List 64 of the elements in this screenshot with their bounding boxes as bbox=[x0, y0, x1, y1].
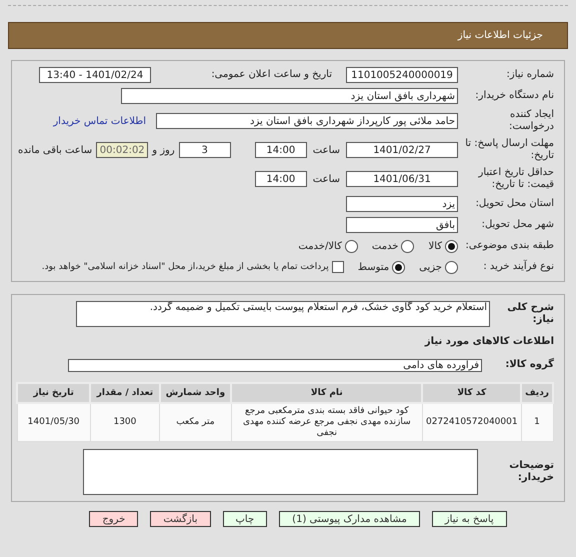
radio-button[interactable] bbox=[344, 240, 358, 252]
input-field[interactable]: 1401/02/27 bbox=[346, 142, 458, 158]
column-header: واحد شمارش bbox=[160, 383, 232, 403]
field-label: شهر محل تحویل: bbox=[480, 219, 554, 231]
field-label: ایجاد کننده درخواست: bbox=[508, 109, 554, 133]
input-field[interactable]: 14:00 bbox=[254, 171, 307, 187]
input-field[interactable]: 1401/02/24 - 13:40 bbox=[39, 67, 151, 83]
field-label: شماره نیاز: bbox=[506, 69, 554, 81]
field-label: شرح کلی نیاز: bbox=[506, 302, 554, 326]
column-header: ردیف bbox=[521, 383, 553, 403]
notes-field[interactable] bbox=[83, 449, 478, 495]
countdown-field: 00:02:02 bbox=[96, 142, 148, 158]
action-button[interactable]: خروج bbox=[89, 511, 138, 527]
input-field[interactable]: بافق bbox=[346, 217, 458, 233]
input-field[interactable]: استعلام خرید کود گاوی خشک، فرم استعلام پیوست بایستی تکمیل و ضمیمه گردد. bbox=[76, 301, 490, 327]
radio-button[interactable] bbox=[392, 260, 406, 274]
field-label: حداقل تاریخ اعتبار قیمت: تا تاریخ: bbox=[477, 167, 554, 191]
option-label: كالا bbox=[428, 240, 442, 252]
field-label: نام دستگاه خریدار: bbox=[474, 90, 554, 102]
option-label: كالا/خدمت bbox=[298, 240, 342, 252]
option-label: متوسط bbox=[358, 262, 390, 272]
input-field[interactable]: فراورده های دامی bbox=[68, 358, 482, 372]
action-button[interactable]: چاپ bbox=[222, 511, 268, 527]
input-field[interactable]: 3 bbox=[178, 142, 231, 158]
action-button[interactable]: بازگشت bbox=[150, 511, 210, 527]
action-button[interactable]: پاسخ به نیاز bbox=[432, 511, 507, 527]
input-field[interactable]: شهرداری بافق استان یزد bbox=[121, 88, 458, 104]
input-field[interactable]: 1101005240000019 bbox=[346, 67, 458, 83]
time-label: ساعت bbox=[312, 174, 340, 184]
input-field[interactable]: 14:00 bbox=[254, 142, 307, 158]
checkbox-label: پرداخت تمام یا بخشی از مبلغ خرید،از محل "اسناد خزانه اسلامی" خواهد بود. bbox=[42, 262, 329, 272]
contact-link[interactable]: اطلاعات تماس خریدار bbox=[53, 116, 146, 126]
option-label: جزیی bbox=[419, 262, 442, 272]
table-cell: متر مکعب bbox=[160, 403, 232, 442]
table-cell: 1401/05/30 bbox=[17, 403, 90, 442]
field-label: اطلاعات کالاهای مورد نیاز bbox=[424, 336, 554, 348]
input-field[interactable]: حامد ملائی پور کارپرداز شهرداری بافق استان یزد bbox=[156, 113, 458, 129]
column-header: کد کالا bbox=[422, 383, 522, 403]
column-header: تاریخ نیاز bbox=[17, 383, 90, 403]
field-label: نوع فرآیند خرید : bbox=[482, 261, 554, 273]
action-button[interactable]: مشاهده مدارک پیوستی (1) bbox=[279, 511, 420, 527]
radio-button[interactable] bbox=[401, 240, 414, 252]
input-field[interactable]: یزد bbox=[346, 196, 458, 212]
time-label: ساعت bbox=[312, 144, 340, 156]
days-label: روز و bbox=[152, 144, 175, 156]
remaining-label: ساعت باقی مانده bbox=[18, 144, 92, 156]
table-cell: 0272410572040001 bbox=[422, 403, 522, 442]
checkbox[interactable] bbox=[332, 261, 344, 273]
field-label: طبقه بندی موضوعی: bbox=[464, 240, 554, 252]
column-header: تعداد / مقدار bbox=[90, 383, 160, 403]
field-label: مهلت ارسال پاسخ: تا تاریخ: bbox=[464, 138, 554, 162]
field-label: استان محل تحویل: bbox=[474, 198, 554, 210]
page-header: جزئیات اطلاعات نیاز bbox=[8, 22, 568, 49]
radio-button[interactable] bbox=[445, 240, 458, 252]
field-label: تاریخ و ساعت اعلان عمومی: bbox=[210, 69, 333, 81]
table-cell: 1 bbox=[521, 403, 553, 442]
field-label: گروه کالا: bbox=[504, 359, 554, 371]
option-label: خدمت bbox=[372, 240, 398, 252]
table-cell: کود حیوانی فاقد بسته بندی مترمکعبی مرجع سازنده مهدی نجفی مرجع عرضه کننده مهدی نجفی bbox=[231, 403, 422, 442]
field-label: توضیحات خریدار: bbox=[508, 460, 554, 484]
radio-button[interactable] bbox=[445, 260, 458, 274]
input-field[interactable]: 1401/06/31 bbox=[346, 171, 458, 187]
column-header: نام کالا bbox=[231, 383, 422, 403]
table-cell: 1300 bbox=[90, 403, 160, 442]
